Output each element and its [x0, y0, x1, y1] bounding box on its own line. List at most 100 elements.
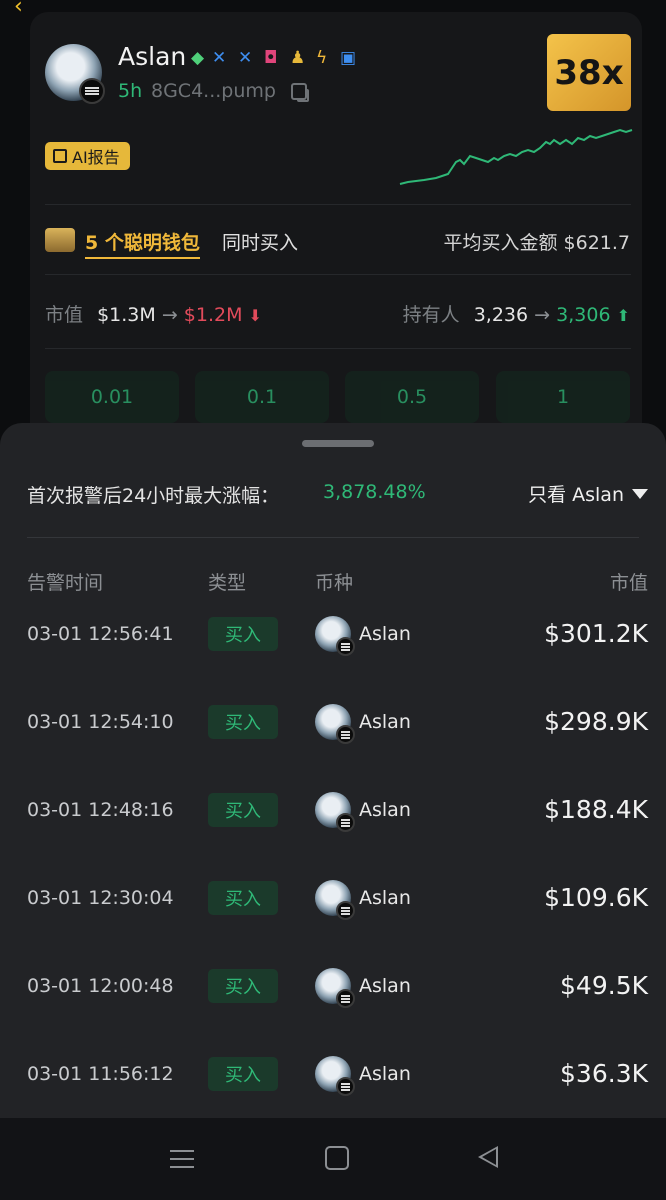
header-market-cap: 市值: [609, 572, 648, 594]
holders-label: 持有人: [402, 304, 460, 326]
type-badge: 买入: [208, 617, 278, 651]
system-nav-bar: [0, 1118, 666, 1200]
buy-amount-button[interactable]: 0.01: [45, 371, 179, 423]
card-divider: [45, 204, 631, 205]
avg-buy-amount: 平均买入金额 $621.7: [443, 228, 630, 255]
market-cap-value: $298.9K: [544, 707, 648, 736]
avg-buy-value: $621.7: [563, 232, 630, 254]
multiplier-badge: 38x: [547, 34, 631, 111]
coin-avatar: [315, 880, 355, 920]
menu-icon[interactable]: [170, 1146, 194, 1170]
holders-from: 3,236: [473, 304, 529, 326]
ai-report-button[interactable]: AI报告: [45, 142, 130, 170]
header-type: 类型: [208, 572, 247, 594]
filter-icon: [632, 488, 648, 499]
coin-name: Aslan: [359, 887, 411, 909]
book-icon: [53, 149, 67, 163]
home-icon[interactable]: [325, 1146, 349, 1170]
table-row[interactable]: 03-01 12:00:48 买入 Aslan $49.5K: [0, 964, 666, 1052]
x-icon[interactable]: ✕: [212, 48, 226, 68]
solana-chain-icon: [336, 989, 355, 1008]
alert-time: 03-01 12:00:48: [27, 975, 174, 997]
coin-name: Aslan: [359, 1063, 411, 1085]
solana-chain-icon: [336, 1077, 355, 1096]
smart-wallet-suffix: 同时买入: [222, 232, 299, 254]
solana-chain-icon: [336, 725, 355, 744]
community-icon[interactable]: ♟: [290, 48, 305, 68]
back-icon[interactable]: [478, 1146, 498, 1168]
sheet-divider: [27, 537, 639, 538]
table-row[interactable]: 03-01 12:56:41 买入 Aslan $301.2K: [0, 612, 666, 700]
alert-time: 03-01 12:30:04: [27, 887, 174, 909]
buy-amount-button[interactable]: 0.1: [195, 371, 329, 423]
ai-report-label: AI报告: [72, 148, 120, 167]
token-age: 5h: [118, 80, 143, 102]
solana-chain-icon: [336, 813, 355, 832]
back-arrow-icon[interactable]: ‹: [14, 0, 23, 19]
avg-buy-label: 平均买入金额: [443, 232, 558, 254]
table-row[interactable]: 03-01 12:30:04 买入 Aslan $109.6K: [0, 876, 666, 964]
mcap-to: $1.2M: [183, 304, 243, 326]
type-badge: 买入: [208, 1057, 278, 1091]
price-sparkline: [399, 128, 633, 185]
holders-change: 持有人 3,236 → 3,306 ⬆: [403, 300, 630, 327]
buy-amount-button[interactable]: 1: [496, 371, 630, 423]
market-cap-value: $109.6K: [544, 883, 648, 912]
max-gain-label: 首次报警后24小时最大涨幅：: [27, 485, 280, 507]
coin-name: Aslan: [359, 799, 411, 821]
header-coin: 币种: [315, 572, 354, 594]
mcap-change: 市值 $1.3M → $1.2M ⬇: [45, 300, 262, 327]
solana-chain-icon: [336, 637, 355, 656]
filter-only-token-button[interactable]: 只看 Aslan: [528, 480, 648, 507]
instagram-icon[interactable]: ◘: [264, 48, 277, 68]
token-avatar: [45, 44, 105, 104]
filter-label: 只看 Aslan: [528, 484, 624, 506]
coin-avatar: [315, 616, 355, 656]
alert-time: 03-01 12:54:10: [27, 711, 174, 733]
mcap-label: 市值: [45, 304, 84, 326]
coin-avatar: [315, 968, 355, 1008]
market-cap-value: $36.3K: [560, 1059, 648, 1088]
market-cap-value: $188.4K: [544, 795, 648, 824]
arrow-down-icon: ⬇: [248, 306, 262, 325]
token-address: 8GC4...pump: [151, 80, 276, 102]
type-badge: 买入: [208, 969, 278, 1003]
alert-time: 03-01 12:56:41: [27, 623, 174, 645]
pill-icon[interactable]: ◆: [191, 48, 204, 68]
token-name: Aslan: [118, 42, 187, 71]
alert-time: 03-01 12:48:16: [27, 799, 174, 821]
buy-amount-button[interactable]: 0.5: [345, 371, 479, 423]
market-cap-value: $301.2K: [544, 619, 648, 648]
arrow-up-icon: ⬆: [616, 306, 630, 325]
coin-avatar: [315, 792, 355, 832]
table-row[interactable]: 03-01 12:48:16 买入 Aslan $188.4K: [0, 788, 666, 876]
wallet-icon: [45, 228, 75, 252]
max-gain-value: 3,878.48%: [323, 481, 426, 503]
market-cap-value: $49.5K: [560, 971, 648, 1000]
type-badge: 买入: [208, 881, 278, 915]
holders-to: 3,306: [556, 304, 611, 326]
coin-name: Aslan: [359, 623, 411, 645]
arrow-right-icon: →: [534, 304, 551, 326]
smart-wallet-count[interactable]: 5 个聪明钱包: [85, 228, 200, 259]
header-alert-time: 告警时间: [27, 572, 104, 594]
alert-history-sheet: 首次报警后24小时最大涨幅： 3,878.48% 只看 Aslan 告警时间 类…: [0, 423, 666, 1123]
type-badge: 买入: [208, 705, 278, 739]
solana-chain-icon: [79, 78, 105, 104]
copy-icon[interactable]: [291, 83, 309, 102]
alert-time: 03-01 11:56:12: [27, 1063, 174, 1085]
coin-name: Aslan: [359, 975, 411, 997]
mcap-from: $1.3M: [97, 304, 156, 326]
solana-chain-icon: [336, 901, 355, 920]
bolt-icon[interactable]: ϟ: [316, 48, 327, 68]
sheet-drag-handle[interactable]: [302, 440, 374, 447]
chat-icon[interactable]: ▣: [340, 48, 356, 68]
coin-avatar: [315, 704, 355, 744]
table-row[interactable]: 03-01 12:54:10 买入 Aslan $298.9K: [0, 700, 666, 788]
coin-avatar: [315, 1056, 355, 1096]
type-badge: 买入: [208, 793, 278, 827]
arrow-right-icon: →: [161, 304, 178, 326]
card-divider: [45, 348, 631, 349]
x-icon[interactable]: ✕: [238, 48, 252, 68]
card-divider: [45, 274, 631, 275]
